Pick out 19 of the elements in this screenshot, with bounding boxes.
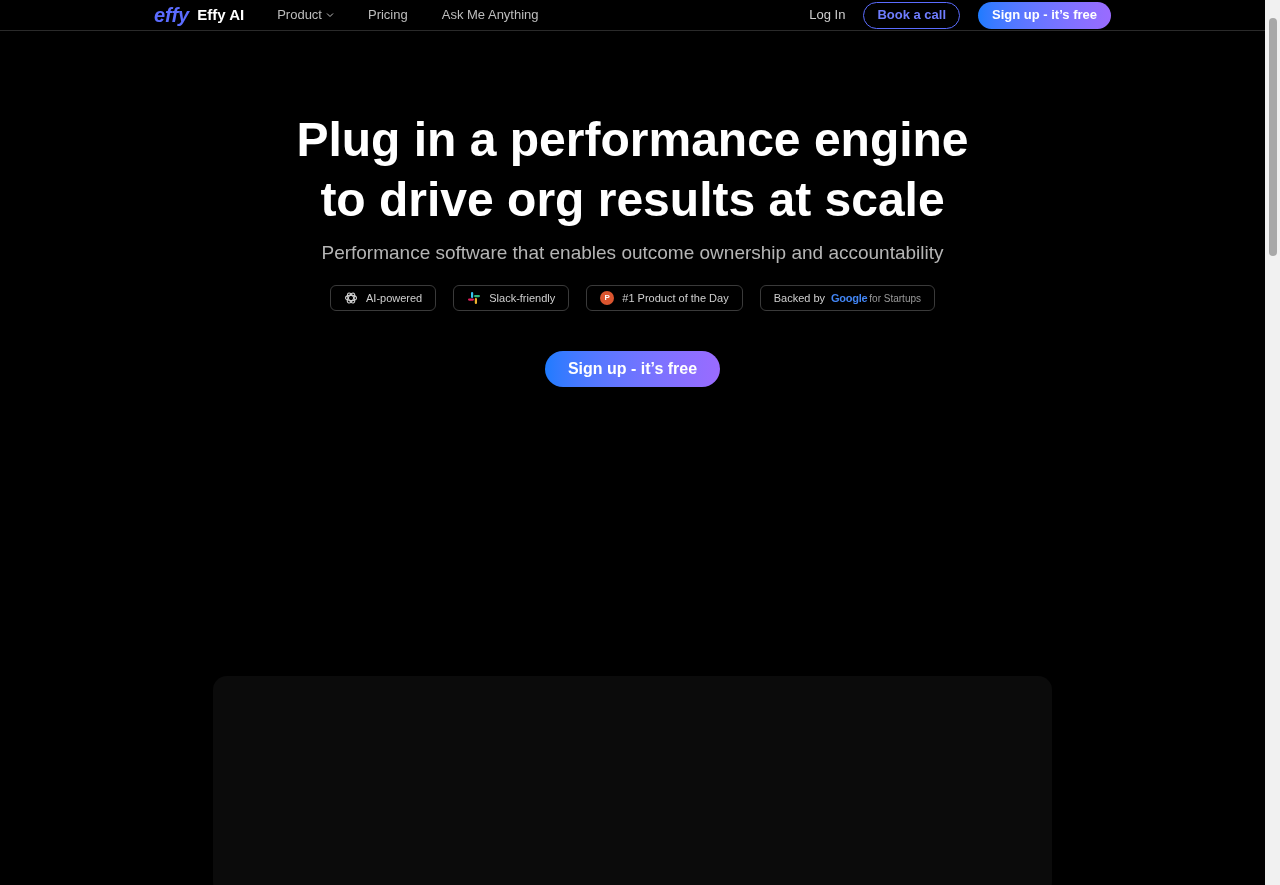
badge-label: AI-powered bbox=[366, 290, 423, 306]
hash-grid-icon bbox=[467, 291, 482, 305]
badge-label: Backed by bbox=[773, 290, 826, 306]
google-logo: Google bbox=[831, 290, 868, 306]
signup-button[interactable]: Sign up - it’s free bbox=[544, 351, 721, 387]
nav-link[interactable]: Pricing bbox=[368, 5, 408, 25]
badge-label: for Startups bbox=[869, 291, 921, 306]
logo-mark[interactable]: effy bbox=[154, 0, 190, 30]
brand-name[interactable]: Effy AI bbox=[197, 3, 245, 27]
signup-button[interactable]: Sign up - it’s free bbox=[978, 1, 1111, 29]
hero-heading: Plug in a performance engine to drive org results at scale bbox=[296, 112, 969, 228]
badge-label: #1 Product of the Day bbox=[622, 290, 729, 306]
login-link[interactable]: Log In bbox=[809, 5, 846, 25]
nav-link[interactable]: Ask Me Anything bbox=[441, 5, 539, 25]
hero-subtitle: Performance software that enables outcome ownership and accountability bbox=[321, 241, 944, 265]
knot-icon bbox=[344, 291, 358, 305]
badge-label: Slack-friendly bbox=[489, 290, 556, 306]
nav-link[interactable]: Product bbox=[277, 5, 334, 25]
product-hunt-icon: P bbox=[600, 291, 615, 305]
